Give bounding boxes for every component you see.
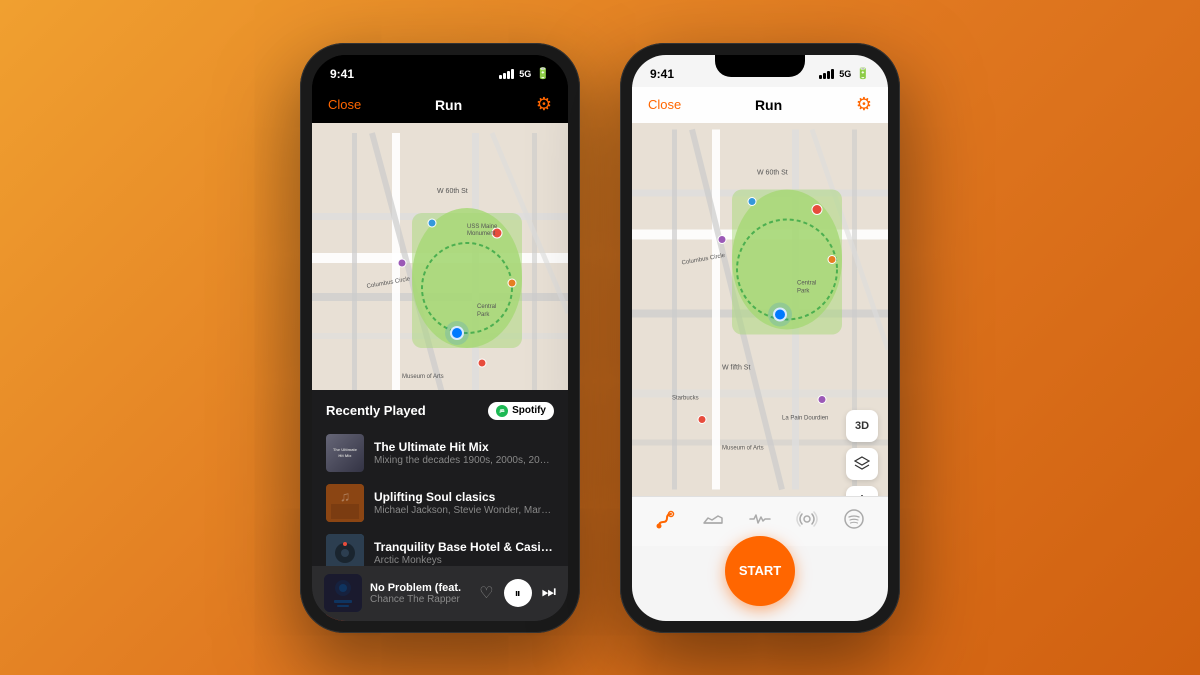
track-info-1: The Ultimate Hit Mix Mixing the decades … (374, 440, 554, 466)
time-1: 9:41 (330, 67, 354, 81)
svg-text:W fifth St: W fifth St (722, 364, 750, 371)
tab-spotify[interactable] (843, 508, 865, 535)
svg-text:♫: ♫ (340, 488, 351, 504)
time-2: 9:41 (650, 67, 674, 81)
svg-text:Starbucks: Starbucks (672, 395, 699, 401)
now-playing-artist: Chance The Rapper (370, 594, 471, 605)
svg-text:Park: Park (477, 312, 490, 318)
now-playing-info: No Problem (feat. Chance The Rapper (370, 582, 471, 605)
status-bar-2: 9:41 5G 🔋 (632, 55, 888, 87)
network-label-2: 5G (839, 69, 851, 79)
battery-icon-1: 🔋 (536, 67, 550, 80)
track-desc-1: Mixing the decades 1900s, 2000s, 2010s..… (374, 455, 554, 466)
map-svg-1: W 60th St Columbus Circle Museum of Arts… (312, 123, 568, 403)
status-icons-2: 5G 🔋 (819, 67, 870, 80)
track-name-3: Tranquility Base Hotel & Casino (374, 540, 554, 554)
svg-text:La Pain Dourdien: La Pain Dourdien (782, 415, 828, 421)
map-3d-button[interactable]: 3D (846, 410, 878, 442)
track-desc-2: Michael Jackson, Stevie Wonder, Marvin..… (374, 505, 554, 516)
svg-text:Monument: Monument (467, 231, 496, 237)
now-playing-thumb (324, 574, 362, 612)
signal-bars-2 (819, 69, 834, 79)
close-button-2[interactable]: Close (648, 97, 681, 112)
phone-2-screen: 9:41 5G 🔋 Close Run ⚙ (632, 55, 888, 621)
spotify-icon (496, 405, 508, 417)
heart-button[interactable]: ♡ (479, 583, 493, 603)
track-thumb-1: The UltimateHit Mix (326, 434, 364, 472)
track-item-2[interactable]: ♫ Uplifting Soul clasics Michael Jackson… (312, 478, 568, 528)
svg-text:W 60th St: W 60th St (757, 169, 788, 176)
signal-bars-1 (499, 69, 514, 79)
spotify-badge[interactable]: Spotify (488, 402, 554, 420)
recently-played-header: Recently Played Spotify (312, 390, 568, 428)
map-layers-button[interactable] (846, 448, 878, 480)
network-label-1: 5G (519, 69, 531, 79)
nav-bar-2: Close Run ⚙ (632, 87, 888, 123)
phones-container: 9:41 5G 🔋 Close Run ⚙ (300, 43, 900, 633)
map-bg-1: W 60th St Columbus Circle Museum of Arts… (312, 123, 568, 403)
svg-text:Museum of Arts: Museum of Arts (402, 374, 444, 380)
battery-icon-2: 🔋 (856, 67, 870, 80)
map-area-1: W 60th St Columbus Circle Museum of Arts… (312, 123, 568, 403)
tab-heart[interactable] (749, 508, 771, 535)
svg-text:W 60th St: W 60th St (437, 188, 468, 195)
spotify-label: Spotify (512, 405, 546, 416)
gear-icon-1[interactable]: ⚙ (536, 94, 552, 115)
phone-1-screen: 9:41 5G 🔋 Close Run ⚙ (312, 55, 568, 621)
track-name-2: Uplifting Soul clasics (374, 490, 554, 504)
svg-text:Central: Central (797, 280, 816, 286)
track-desc-3: Arctic Monkeys (374, 555, 554, 566)
next-button[interactable]: ⏭ (542, 584, 556, 602)
tab-broadcast[interactable] (796, 508, 818, 535)
phone-1: 9:41 5G 🔋 Close Run ⚙ (300, 43, 580, 633)
pause-button[interactable]: ⏸ (504, 579, 532, 607)
start-button[interactable]: START (725, 536, 795, 606)
now-playing-title: No Problem (feat. (370, 582, 471, 594)
svg-text:Museum of Arts: Museum of Arts (722, 445, 764, 451)
notch-1 (395, 55, 485, 77)
run-title-2: Run (755, 97, 782, 113)
status-icons-1: 5G 🔋 (499, 67, 550, 80)
now-playing-bar: No Problem (feat. Chance The Rapper ♡ ⏸ … (312, 566, 568, 621)
close-button-1[interactable]: Close (328, 97, 361, 112)
svg-text:USS Maine: USS Maine (467, 224, 498, 230)
svg-text:Park: Park (797, 288, 810, 294)
nav-bar-1: Close Run ⚙ (312, 87, 568, 123)
tab-route[interactable] (655, 508, 677, 535)
player-controls: ♡ ⏸ ⏭ (479, 579, 556, 607)
track-info-3: Tranquility Base Hotel & Casino Arctic M… (374, 540, 554, 566)
tab-shoe[interactable] (702, 508, 724, 535)
phone-2: 9:41 5G 🔋 Close Run ⚙ (620, 43, 900, 633)
track-thumb-2: ♫ (326, 484, 364, 522)
track-item-1[interactable]: The UltimateHit Mix The Ultimate Hit Mix… (312, 428, 568, 478)
track-info-2: Uplifting Soul clasics Michael Jackson, … (374, 490, 554, 516)
svg-text:Central: Central (477, 304, 496, 310)
track-name-1: The Ultimate Hit Mix (374, 440, 554, 454)
recently-played-title: Recently Played (326, 403, 426, 418)
gear-icon-2[interactable]: ⚙ (856, 94, 872, 115)
run-title-1: Run (435, 97, 462, 113)
